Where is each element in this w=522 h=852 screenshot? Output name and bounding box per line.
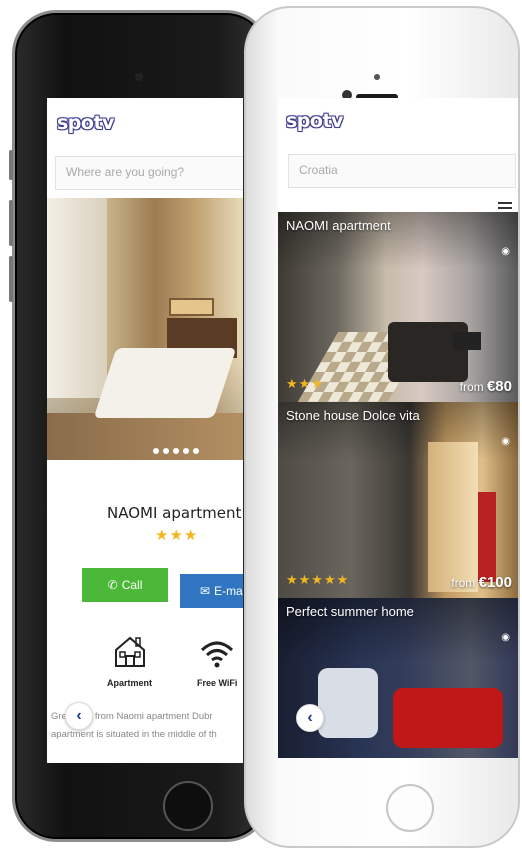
listing-stars: ★★★★★	[286, 572, 350, 587]
apartment-title: NAOMI apartment	[107, 504, 242, 522]
home-button[interactable]	[163, 781, 213, 831]
listing-card[interactable]: Perfect summer home ◉	[278, 598, 518, 758]
amenity-wifi: Free WiFi	[197, 638, 237, 688]
mute-switch	[9, 150, 13, 180]
wifi-icon: ◉	[501, 436, 510, 447]
volume-down-button	[9, 256, 13, 302]
carousel-dot[interactable]	[183, 448, 189, 454]
wifi-icon: ◉	[501, 246, 510, 257]
app-logo[interactable]: spotv	[286, 110, 343, 132]
wifi-icon: ◉	[501, 632, 510, 643]
listing-price: from €80	[459, 378, 512, 395]
amenity-label: Free WiFi	[197, 678, 238, 688]
carousel-dots[interactable]	[153, 448, 199, 454]
front-camera-icon	[135, 73, 143, 81]
amenity-label: Apartment	[107, 678, 153, 688]
phone-icon: ✆	[107, 578, 118, 592]
volume-up-button	[9, 200, 13, 246]
search-input[interactable]: Where are you going?	[55, 156, 243, 190]
back-button[interactable]: ‹	[65, 702, 93, 730]
left-phone-screen: spotv Where are you going? NAOMI apartme…	[47, 98, 243, 763]
carousel-dot[interactable]	[163, 448, 169, 454]
email-button[interactable]: ✉ E-mail	[180, 574, 243, 608]
call-button[interactable]: ✆ Call	[82, 568, 168, 602]
carousel-dot[interactable]	[193, 448, 199, 454]
envelope-icon: ✉	[200, 584, 211, 598]
app-logo[interactable]: spotv	[57, 112, 114, 134]
search-input[interactable]: Croatia	[288, 154, 516, 188]
rating-stars: ★★★	[155, 527, 199, 544]
listing-title: Perfect summer home	[286, 604, 414, 619]
back-button[interactable]: ‹	[296, 704, 324, 732]
listing-card[interactable]: NAOMI apartment ◉ ★★★ from €80	[278, 212, 518, 402]
listing-card[interactable]: Stone house Dolce vita ◉ ★★★★★ from €100	[278, 402, 518, 598]
wifi-icon	[201, 641, 234, 668]
call-label: Call	[121, 578, 143, 592]
house-icon	[114, 636, 145, 667]
listing-price: from €100	[451, 574, 512, 591]
listing-stars: ★★★	[286, 376, 324, 391]
listing-title: NAOMI apartment	[286, 218, 391, 233]
email-label: E-mail	[214, 584, 243, 598]
amenity-apartment: Apartment	[107, 634, 152, 688]
carousel-dot[interactable]	[173, 448, 179, 454]
home-button[interactable]	[386, 784, 434, 832]
listing-title: Stone house Dolce vita	[286, 408, 420, 423]
carousel-dot[interactable]	[153, 448, 159, 454]
right-phone-screen: spotv Croatia NAOMI apartment ◉ ★★★ from…	[278, 98, 518, 758]
apartment-photo[interactable]	[47, 198, 243, 460]
